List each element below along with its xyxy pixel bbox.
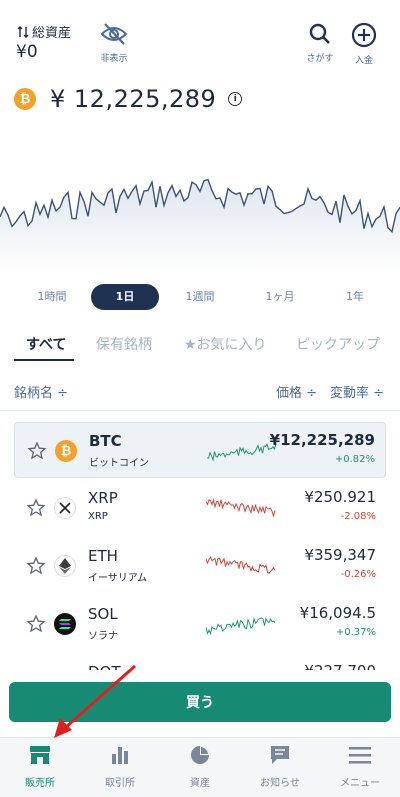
coin-symbol: XRP xyxy=(88,489,118,507)
period-tab-1m[interactable]: 1ヶ月 xyxy=(250,284,310,310)
info-icon[interactable]: i xyxy=(228,92,243,106)
coin-row-sol[interactable]: SOL ソラナ ¥16,094.5 +0.37% xyxy=(14,596,386,652)
coin-price: ¥16,094.5 xyxy=(299,604,376,622)
current-price: ¥ 12,225,289 xyxy=(50,85,217,113)
nav-item-notices[interactable]: お知らせ xyxy=(240,744,320,789)
ethereum-icon xyxy=(54,555,76,577)
nav-label: 取引所 xyxy=(105,778,135,789)
coin-price: ¥359,347 xyxy=(304,546,376,564)
filter-tabs: すべて 保有銘柄 ★お気に入り ピックアップ xyxy=(0,326,400,362)
coin-row-eth[interactable]: ETH イーサリアム ¥359,347 -0.26% xyxy=(14,538,386,594)
sort-by-name[interactable]: 銘柄名 ÷ xyxy=(14,382,68,401)
deposit-label: 入金 xyxy=(354,56,373,66)
sparkline xyxy=(206,616,276,636)
coin-change: +0.82% xyxy=(334,454,375,465)
bitcoin-icon: ₿ xyxy=(55,440,77,462)
coin-symbol: ETH xyxy=(88,547,118,565)
total-assets-text: 総資産 xyxy=(32,26,72,41)
hide-balance-button[interactable]: 非表示 xyxy=(96,22,132,64)
coin-name: ソラナ xyxy=(88,631,118,642)
solana-icon xyxy=(54,613,76,635)
period-tab-1y[interactable]: 1年 xyxy=(325,284,385,310)
bitcoin-icon: ₿ xyxy=(14,88,36,110)
coin-price: ¥12,225,289 xyxy=(269,431,375,449)
current-price-row: ₿ ¥ 12,225,289 i xyxy=(14,84,243,114)
filter-tab-holdings[interactable]: 保有銘柄 xyxy=(96,334,152,354)
favorite-star-icon[interactable] xyxy=(27,441,47,461)
message-icon xyxy=(271,746,289,764)
total-assets-label[interactable]: 総資産 xyxy=(16,22,71,41)
search-icon xyxy=(309,23,330,44)
period-tabs: 1時間 1日 1週間 1ヶ月 1年 xyxy=(0,284,400,310)
coin-name: XRP xyxy=(88,511,108,522)
eye-off-icon xyxy=(100,23,128,45)
filter-tab-favorites[interactable]: ★お気に入り xyxy=(184,334,267,354)
sparkline xyxy=(206,498,276,518)
search-button[interactable]: さがす xyxy=(302,22,338,64)
coin-symbol: BTC xyxy=(89,432,122,450)
pie-chart-icon xyxy=(191,746,209,764)
nav-item-menu[interactable]: メニュー xyxy=(320,744,400,789)
period-tab-1h[interactable]: 1時間 xyxy=(22,284,82,310)
filter-tab-all[interactable]: すべて xyxy=(26,334,66,354)
buy-button[interactable]: 買う xyxy=(9,682,391,722)
divider xyxy=(0,410,400,411)
nav-label: お知らせ xyxy=(260,778,300,789)
swap-icon xyxy=(17,25,29,38)
shop-icon xyxy=(30,746,50,764)
coin-change: -2.08% xyxy=(340,511,376,522)
sort-by-price[interactable]: 価格 ÷ xyxy=(276,382,317,401)
favorite-star-icon[interactable] xyxy=(26,556,46,576)
coin-change: -0.26% xyxy=(340,569,376,580)
price-chart[interactable] xyxy=(0,150,400,275)
coin-price: ¥250.921 xyxy=(304,488,376,506)
nav-label: 販売所 xyxy=(25,778,55,789)
coin-row-btc[interactable]: ₿ BTC ビットコイン ¥12,225,289 +0.82% xyxy=(14,422,386,478)
coin-name: イーサリアム xyxy=(88,573,148,584)
nav-item-assets[interactable]: 資産 xyxy=(160,744,240,789)
sparkline xyxy=(207,443,277,462)
header: 総資産 ¥0 非表示 さがす 入金 xyxy=(0,0,400,80)
deposit-button[interactable]: 入金 xyxy=(346,22,382,66)
nav-label: メニュー xyxy=(340,778,380,789)
bottom-navigation: 販売所 取引所 資産 お知らせ メニュー xyxy=(0,737,400,797)
coin-change: +0.37% xyxy=(335,627,376,638)
nav-item-shop[interactable]: 販売所 xyxy=(0,744,80,789)
nav-item-exchange[interactable]: 取引所 xyxy=(80,744,160,789)
sort-header: 銘柄名 ÷ 価格 ÷ 変動率 ÷ xyxy=(0,378,400,404)
price-chart-area xyxy=(0,179,400,275)
nav-label: 資産 xyxy=(190,778,210,789)
coin-row-xrp[interactable]: XRP XRP ¥250.921 -2.08% xyxy=(14,480,386,536)
coin-symbol: SOL xyxy=(88,605,118,623)
bar-chart-icon xyxy=(112,747,128,764)
active-tab-indicator xyxy=(14,359,74,361)
favorite-star-icon[interactable] xyxy=(26,498,46,518)
period-tab-1w[interactable]: 1週間 xyxy=(170,284,230,310)
menu-icon xyxy=(349,747,371,764)
sparkline xyxy=(206,556,276,574)
buy-bar: 買う xyxy=(0,670,400,736)
sort-by-rate[interactable]: 変動率 ÷ xyxy=(330,382,384,401)
favorite-star-icon[interactable] xyxy=(26,614,46,634)
period-tab-1d[interactable]: 1日 xyxy=(91,284,159,310)
hide-label: 非表示 xyxy=(100,54,128,64)
plus-circle-icon xyxy=(351,22,377,48)
filter-tab-pickup[interactable]: ピックアップ xyxy=(296,334,380,354)
search-label: さがす xyxy=(306,54,334,64)
xrp-icon xyxy=(54,497,76,519)
coin-name: ビットコイン xyxy=(89,458,149,469)
total-assets-value: ¥0 xyxy=(16,42,38,62)
